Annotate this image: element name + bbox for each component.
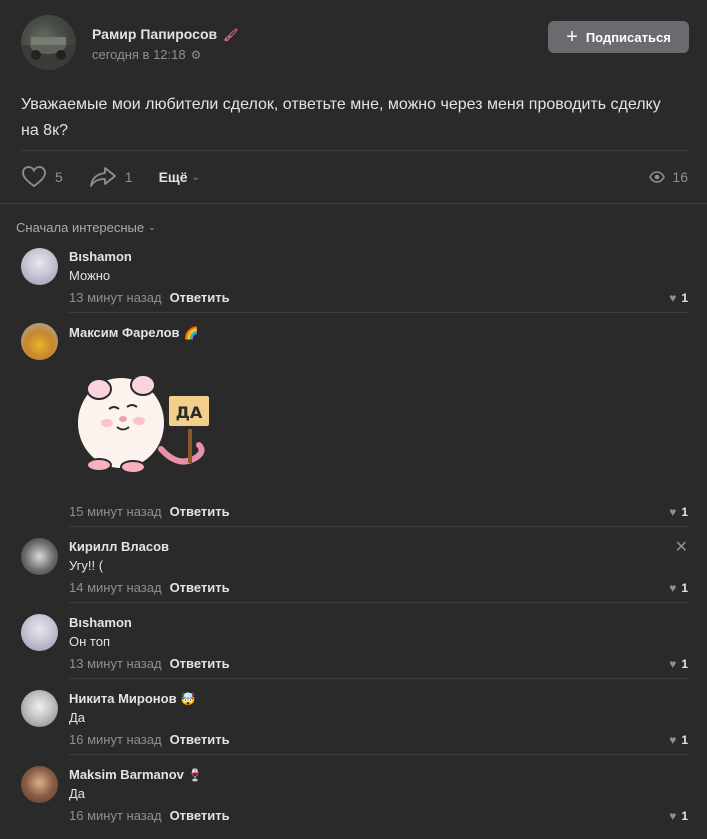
comment-time[interactable]: 14 минут назад xyxy=(69,580,162,595)
plus-icon: + xyxy=(566,26,578,48)
sticker-hamster[interactable]: ДА xyxy=(69,357,214,482)
comment-time[interactable]: 13 минут назад xyxy=(69,290,162,305)
comment-like[interactable]: ♥ 1 xyxy=(669,291,688,305)
sticker-sign-text: ДА xyxy=(176,403,203,422)
comment-author[interactable]: Никита Миронов 🤯 xyxy=(69,691,196,706)
heart-icon: ♥ xyxy=(669,657,677,671)
heart-icon xyxy=(22,166,46,188)
comment-avatar[interactable] xyxy=(21,323,58,360)
comment-author-emoji: 🤯 xyxy=(180,692,196,706)
comment-author[interactable]: Bıshamon xyxy=(69,249,132,264)
comments-sort[interactable]: Сначала интересные ⌄ xyxy=(16,220,156,235)
heart-icon: ♥ xyxy=(669,291,677,305)
comment-author-text[interactable]: Bıshamon xyxy=(69,615,132,630)
comment-text: Он топ xyxy=(69,634,110,649)
comment-author[interactable]: Кирилл Власов xyxy=(69,539,169,554)
comment-like[interactable]: ♥ 1 xyxy=(669,505,688,519)
comment-author-emoji: 🍷 xyxy=(187,768,203,782)
views-count: 16 xyxy=(672,169,688,185)
views-counter: 16 xyxy=(649,165,688,189)
shares-count: 1 xyxy=(124,169,133,185)
comment-text: Да xyxy=(69,710,86,725)
post-divider xyxy=(21,150,689,151)
comment-time[interactable]: 13 минут назад xyxy=(69,656,162,671)
eye-icon xyxy=(649,171,666,183)
comment-likes-count: 1 xyxy=(681,733,688,747)
reply-button[interactable]: Ответить xyxy=(170,732,230,747)
comment-author-text[interactable]: Кирилл Власов xyxy=(69,539,169,554)
post-actions: 5 1 Ещё ⌄ xyxy=(21,165,200,189)
comment-author-text[interactable]: Никита Миронов xyxy=(69,691,177,706)
comment-meta: 15 минут назад Ответить xyxy=(69,504,230,519)
comment-likes-count: 1 xyxy=(681,505,688,519)
comment-time[interactable]: 15 минут назад xyxy=(69,504,162,519)
comment-author-text[interactable]: Maksim Barmanov xyxy=(69,767,184,782)
post-card: Рамир Папиросов 🖌 сегодня в 12:18 ⚙ + Подп… xyxy=(0,0,707,204)
post-text: Уважаемые мои любители сделок, ответьте … xyxy=(21,96,661,139)
author-name[interactable]: Рамир Папиросов 🖌 xyxy=(92,26,238,42)
reply-button[interactable]: Ответить xyxy=(170,580,230,595)
reply-button[interactable]: Ответить xyxy=(170,808,230,823)
author-name-text[interactable]: Рамир Папиросов xyxy=(92,26,217,42)
comment-time[interactable]: 16 минут назад xyxy=(69,808,162,823)
comment-author[interactable]: Maksim Barmanov 🍷 xyxy=(69,767,203,782)
comment-divider xyxy=(69,754,689,755)
reply-button[interactable]: Ответить xyxy=(170,290,230,305)
heart-icon: ♥ xyxy=(669,505,677,519)
author-emoji: 🖌 xyxy=(223,28,239,42)
comment-divider xyxy=(69,312,689,313)
comment-avatar[interactable] xyxy=(21,766,58,803)
comment-divider xyxy=(69,526,689,527)
reply-button[interactable]: Ответить xyxy=(170,656,230,671)
comment-author-text[interactable]: Bıshamon xyxy=(69,249,132,264)
chevron-down-icon: ⌄ xyxy=(191,171,200,183)
comment-avatar[interactable] xyxy=(21,538,58,575)
like-button[interactable]: 5 xyxy=(21,165,63,189)
comment-likes-count: 1 xyxy=(681,809,688,823)
comment-likes-count: 1 xyxy=(681,657,688,671)
heart-icon: ♥ xyxy=(669,733,677,747)
reply-button[interactable]: Ответить xyxy=(170,504,230,519)
comment-text: Да xyxy=(69,786,86,801)
post-time-text[interactable]: сегодня в 12:18 xyxy=(92,47,186,62)
share-button[interactable]: 1 xyxy=(89,166,133,188)
comment-text: Угу!! ( xyxy=(69,558,104,573)
post-time[interactable]: сегодня в 12:18 ⚙ xyxy=(92,47,201,62)
comment-likes-count: 1 xyxy=(681,581,688,595)
comment-like[interactable]: ♥ 1 xyxy=(669,733,688,747)
comment-time[interactable]: 16 минут назад xyxy=(69,732,162,747)
subscribe-button[interactable]: + Подписаться xyxy=(548,21,689,53)
author-avatar[interactable] xyxy=(21,15,76,70)
gear-icon: ⚙ xyxy=(190,48,202,62)
share-icon xyxy=(89,167,116,187)
heart-icon: ♥ xyxy=(669,809,677,823)
comment-text: Можно xyxy=(69,268,111,283)
subscribe-label: Подписаться xyxy=(585,29,671,45)
more-label: Ещё xyxy=(158,169,188,185)
comment-avatar[interactable] xyxy=(21,690,58,727)
comment-divider xyxy=(69,678,689,679)
comment-author-text[interactable]: Максим Фарелов xyxy=(69,325,180,340)
comment-meta: 14 минут назад Ответить xyxy=(69,580,230,595)
chevron-down-icon: ⌄ xyxy=(148,222,156,232)
likes-count: 5 xyxy=(55,169,63,185)
comment-meta: 13 минут назад Ответить xyxy=(69,290,230,305)
heart-icon: ♥ xyxy=(669,581,677,595)
more-button[interactable]: Ещё ⌄ xyxy=(159,169,200,185)
comment-author[interactable]: Bıshamon xyxy=(69,615,132,630)
sort-label[interactable]: Сначала интересные xyxy=(16,220,144,235)
comment-meta: 16 минут назад Ответить xyxy=(69,808,230,823)
comment-meta: 16 минут назад Ответить xyxy=(69,732,230,747)
comment-meta: 13 минут назад Ответить xyxy=(69,656,230,671)
comment-like[interactable]: ♥ 1 xyxy=(669,657,688,671)
comment-likes-count: 1 xyxy=(681,291,688,305)
comment-like[interactable]: ♥ 1 xyxy=(669,581,688,595)
comment-like[interactable]: ♥ 1 xyxy=(669,809,688,823)
comment-author[interactable]: Максим Фарелов 🌈 xyxy=(69,325,198,340)
close-icon[interactable]: ✕ xyxy=(675,537,688,557)
comment-divider xyxy=(69,602,689,603)
comment-avatar[interactable] xyxy=(21,614,58,651)
comment-avatar[interactable] xyxy=(21,248,58,285)
comment-author-emoji: 🌈 xyxy=(183,326,199,340)
